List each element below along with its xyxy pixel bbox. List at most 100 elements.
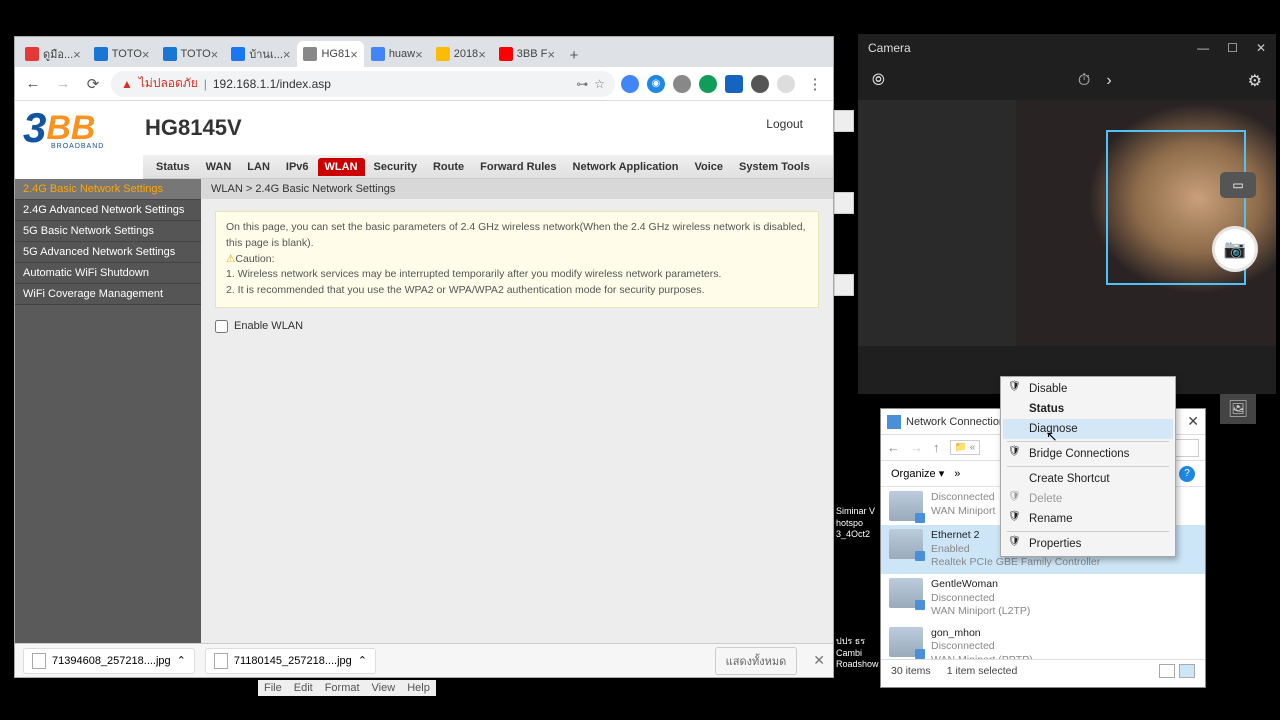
browser-tab[interactable]: 2018× xyxy=(430,41,492,67)
selection-count: 1 item selected xyxy=(947,665,1018,677)
router-tab-wlan[interactable]: WLAN xyxy=(318,158,365,176)
adapter-icon xyxy=(889,578,923,608)
menu-edit[interactable]: Edit xyxy=(294,682,313,694)
browser-tab[interactable]: บ้านเ...× xyxy=(225,41,296,67)
desktop-file-icon[interactable] xyxy=(834,274,854,296)
router-tab-system-tools[interactable]: System Tools xyxy=(732,158,817,176)
forward-button[interactable]: → xyxy=(51,72,75,96)
tab-close-icon[interactable]: × xyxy=(283,47,291,62)
sidebar-item[interactable]: 5G Basic Network Settings xyxy=(15,221,201,242)
chevron-right-icon[interactable]: › xyxy=(1106,72,1111,90)
connection-item[interactable]: gon_mhonDisconnectedWAN Miniport (PPTP) xyxy=(881,623,1205,659)
router-tab-security[interactable]: Security xyxy=(367,158,424,176)
router-tab-voice[interactable]: Voice xyxy=(687,158,730,176)
window-close-button[interactable]: ✕ xyxy=(1256,41,1266,55)
chevron-up-icon[interactable]: ⌃ xyxy=(358,654,367,667)
router-tab-forward-rules[interactable]: Forward Rules xyxy=(473,158,563,176)
timer-icon[interactable]: ⏱ xyxy=(1078,72,1090,90)
browser-tab[interactable]: 3BB F× xyxy=(493,41,561,67)
browser-tab[interactable]: TOTO× xyxy=(88,41,156,67)
menu-properties[interactable]: Properties xyxy=(1003,534,1173,554)
key-icon[interactable]: ⊶ xyxy=(576,77,588,91)
capture-button[interactable]: 📷 xyxy=(1212,226,1258,272)
tab-close-icon[interactable]: × xyxy=(350,47,358,62)
tab-close-icon[interactable]: × xyxy=(73,47,81,62)
tab-close-icon[interactable]: × xyxy=(211,47,219,62)
extension-icon[interactable] xyxy=(673,75,691,93)
menu-bridge-connections[interactable]: Bridge Connections xyxy=(1003,444,1173,464)
settings-gear-icon[interactable]: ⚙ xyxy=(1248,71,1262,91)
window-minimize-button[interactable]: — xyxy=(1197,41,1209,55)
menu-disable[interactable]: Disable xyxy=(1003,379,1173,399)
forward-button[interactable]: → xyxy=(910,440,923,455)
browser-tab[interactable]: TOTO× xyxy=(157,41,225,67)
logout-link[interactable]: Logout xyxy=(766,117,803,131)
tab-close-icon[interactable]: × xyxy=(547,47,555,62)
router-tab-route[interactable]: Route xyxy=(426,158,471,176)
router-tab-wan[interactable]: WAN xyxy=(199,158,239,176)
browser-tab[interactable]: HG81× xyxy=(297,41,363,67)
video-mode-button[interactable]: ▭ xyxy=(1220,172,1256,198)
gallery-button[interactable]: 🖼 xyxy=(1220,394,1256,424)
organize-menu[interactable]: Organize ▾ xyxy=(891,467,944,480)
browser-tab[interactable]: huaw× xyxy=(365,41,429,67)
window-close-button[interactable]: ✕ xyxy=(1187,413,1199,430)
extension-icon[interactable] xyxy=(725,75,743,93)
reload-button[interactable]: ⟳ xyxy=(81,72,105,96)
extension-icon[interactable] xyxy=(621,75,639,93)
up-button[interactable]: ↑ xyxy=(933,440,940,455)
router-tab-status[interactable]: Status xyxy=(149,158,197,176)
download-item[interactable]: 71180145_257218....jpg ⌃ xyxy=(205,648,376,674)
menu-separator xyxy=(1007,441,1169,442)
close-shelf-button[interactable]: ✕ xyxy=(813,652,825,669)
sidebar-item[interactable]: 5G Advanced Network Settings xyxy=(15,242,201,263)
show-all-downloads-button[interactable]: แสดงทั้งหมด xyxy=(715,647,798,675)
help-icon[interactable]: ? xyxy=(1179,466,1195,482)
view-details-button[interactable] xyxy=(1159,664,1175,678)
menu-format[interactable]: Format xyxy=(325,682,360,694)
camera-mode-icon[interactable]: ⦾ xyxy=(872,72,885,90)
profile-avatar[interactable] xyxy=(777,75,795,93)
menu-create-shortcut[interactable]: Create Shortcut xyxy=(1003,469,1173,489)
url-input[interactable]: ▲ ไม่ปลอดภัย | 192.168.1.1/index.asp ⊶ ☆ xyxy=(111,71,615,97)
menu-help[interactable]: Help xyxy=(407,682,430,694)
tab-close-icon[interactable]: × xyxy=(478,47,486,62)
router-tab-ipv6[interactable]: IPv6 xyxy=(279,158,316,176)
extension-icon[interactable] xyxy=(699,75,717,93)
tab-close-icon[interactable]: × xyxy=(142,47,150,62)
enable-wlan-label: Enable WLAN xyxy=(234,320,303,332)
desktop-file-icon[interactable] xyxy=(834,192,854,214)
bookmark-star-icon[interactable]: ☆ xyxy=(594,77,605,91)
router-tab-lan[interactable]: LAN xyxy=(240,158,277,176)
new-tab-button[interactable]: + xyxy=(562,43,586,67)
connection-name: gon_mhon xyxy=(931,627,1033,641)
connection-item[interactable]: GentleWomanDisconnectedWAN Miniport (L2T… xyxy=(881,574,1205,623)
window-maximize-button[interactable]: ☐ xyxy=(1227,41,1238,55)
download-item[interactable]: 71394608_257218....jpg ⌃ xyxy=(23,648,195,674)
tab-close-icon[interactable]: × xyxy=(415,47,423,62)
sidebar-item[interactable]: Automatic WiFi Shutdown xyxy=(15,263,201,284)
router-content: WLAN > 2.4G Basic Network Settings On th… xyxy=(201,179,833,674)
view-icons-button[interactable] xyxy=(1179,664,1195,678)
chrome-menu-button[interactable]: ⋮ xyxy=(803,72,827,96)
sidebar-item[interactable]: 2.4G Advanced Network Settings xyxy=(15,200,201,221)
browser-tab[interactable]: ดูมือ...× xyxy=(19,41,87,67)
router-tab-network-application[interactable]: Network Application xyxy=(566,158,686,176)
back-button[interactable]: ← xyxy=(887,440,900,455)
toolbar-more[interactable]: » xyxy=(954,468,960,480)
caution-label: Caution: xyxy=(235,253,274,265)
extension-icon[interactable]: ◉ xyxy=(647,75,665,93)
menu-view[interactable]: View xyxy=(372,682,396,694)
extension-icon[interactable] xyxy=(751,75,769,93)
menu-rename[interactable]: Rename xyxy=(1003,509,1173,529)
sidebar-item[interactable]: 2.4G Basic Network Settings xyxy=(15,179,201,200)
menu-status[interactable]: Status xyxy=(1003,399,1173,419)
chevron-up-icon[interactable]: ⌃ xyxy=(177,654,186,667)
path-box[interactable]: 📁 « xyxy=(950,440,981,455)
back-button[interactable]: ← xyxy=(21,72,45,96)
enable-wlan-checkbox[interactable] xyxy=(215,320,228,333)
desktop-file-icon[interactable] xyxy=(834,110,854,132)
menu-diagnose[interactable]: Diagnose xyxy=(1003,419,1173,439)
sidebar-item[interactable]: WiFi Coverage Management xyxy=(15,284,201,305)
menu-file[interactable]: File xyxy=(264,682,282,694)
